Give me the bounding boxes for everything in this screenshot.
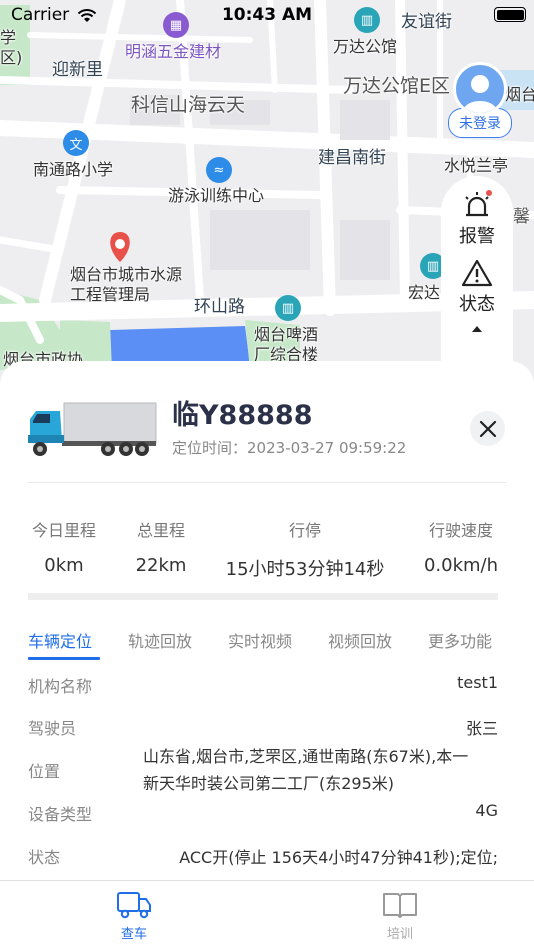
warning-icon	[461, 259, 493, 287]
status-row-label: 状态	[28, 848, 61, 867]
tab-track-playback[interactable]: 轨迹回放	[128, 628, 192, 652]
tab-live-video[interactable]: 实时视频	[228, 628, 292, 652]
book-icon	[383, 893, 417, 918]
avatar[interactable]	[453, 62, 507, 116]
school-icon[interactable]: 文	[63, 130, 89, 156]
user-icon	[462, 75, 498, 113]
login-widget[interactable]: 未登录	[444, 62, 516, 138]
nav-check-car-label: 查车	[120, 927, 147, 942]
map-label-wanda-e: 万达公馆E区	[343, 75, 451, 97]
map-label-mingshuo: 明涵五金建材	[125, 42, 222, 61]
org-value: test1	[457, 673, 498, 692]
map-label-kexin: 科信山海云天	[131, 94, 246, 116]
side-panel: 报警 状态	[441, 176, 513, 366]
device-type-label: 设备类型	[28, 805, 93, 824]
clock: 10:43 AM	[221, 5, 313, 25]
stat-label: 今日里程	[31, 521, 96, 540]
map-label-nantong-school: 南通路小学	[33, 160, 114, 179]
status-button[interactable]: 状态	[459, 258, 495, 316]
alarm-icon	[465, 190, 492, 217]
stat-speed: 行驶速度 0.0km/h	[420, 517, 502, 576]
nav-training[interactable]: 培训	[360, 889, 440, 942]
driver-value: 张三	[465, 719, 498, 738]
position-label: 位置	[28, 762, 61, 781]
map-label-hongda: 宏达	[408, 283, 441, 302]
alarm-button[interactable]: 报警	[459, 190, 495, 248]
building-icon[interactable]: ▥	[275, 295, 301, 321]
stat-today-mileage: 今日里程 0km	[28, 517, 100, 576]
stat-value: 0.0km/h	[423, 555, 499, 576]
close-button[interactable]	[470, 411, 505, 446]
swimming-icon[interactable]: ≈	[206, 157, 232, 183]
map-label-shuiyue: 水悦兰亭	[444, 156, 509, 175]
stat-value: 15小时53分钟14秒	[225, 559, 385, 580]
map-label-beer: 烟台啤酒厂综合楼	[254, 325, 319, 364]
more-arrow-icon[interactable]	[472, 326, 482, 332]
stat-label: 行停	[288, 521, 321, 540]
vehicle-plate: 临Y88888	[172, 400, 313, 431]
status-bar: Carrier 10:43 AM	[0, 0, 534, 32]
map-label-jianchang: 建昌南街	[318, 148, 386, 168]
locate-time: 定位时间：2023-03-27 09:59:22	[172, 437, 406, 458]
map-label-swim: 游泳训练中心	[168, 186, 265, 205]
header-divider	[28, 482, 506, 483]
status-row-value: ACC开(停止 156天4小时47分钟41秒);定位;	[179, 848, 498, 867]
stat-label: 总里程	[136, 521, 185, 540]
map-label-yingxinli: 迎新里	[52, 60, 103, 80]
device-type-value: 4G	[475, 801, 498, 820]
stat-total-mileage: 总里程 22km	[125, 517, 197, 576]
map-label-huanshan: 环山路	[194, 297, 245, 317]
status-label: 状态	[459, 294, 495, 315]
nav-training-label: 培训	[386, 927, 413, 942]
map-label-xin: 馨	[513, 207, 530, 227]
tab-video-playback[interactable]: 视频回放	[328, 628, 392, 652]
truck-nav-icon	[117, 892, 151, 919]
truck-icon	[28, 402, 157, 456]
tab-more-functions[interactable]: 更多功能	[428, 628, 492, 652]
stat-drive-stop: 行停 15小时53分钟14秒	[215, 517, 395, 581]
alarm-label: 报警	[459, 226, 495, 247]
locate-time-label: 定位时间：	[172, 439, 248, 457]
bottom-nav: 查车 培训	[0, 880, 534, 950]
tab-vehicle-location[interactable]: 车辆定位	[28, 628, 92, 652]
map-label-water-mgmt: 烟台市城市水源工程管理局	[70, 265, 183, 304]
nav-check-car[interactable]: 查车	[94, 889, 174, 942]
section-separator	[28, 593, 498, 600]
position-value-line2: 新天华时装公司第二工厂(东295米)	[143, 774, 395, 793]
locate-time-value: 2023-03-27 09:59:22	[247, 439, 407, 457]
close-icon	[479, 420, 496, 437]
org-label: 机构名称	[28, 677, 93, 696]
stat-label: 行驶速度	[428, 521, 493, 540]
active-tab-indicator	[28, 657, 100, 660]
map-label-wanda-apt: 万达公馆	[333, 37, 398, 56]
driver-label: 驾驶员	[28, 719, 77, 738]
position-value-line1: 山东省,烟台市,芝罘区,通世南路(东67米),本一	[143, 747, 469, 766]
stat-value: 0km	[44, 555, 84, 576]
stat-value: 22km	[135, 555, 187, 576]
map-label-qu: 区)	[0, 48, 23, 67]
battery-icon	[494, 7, 526, 22]
